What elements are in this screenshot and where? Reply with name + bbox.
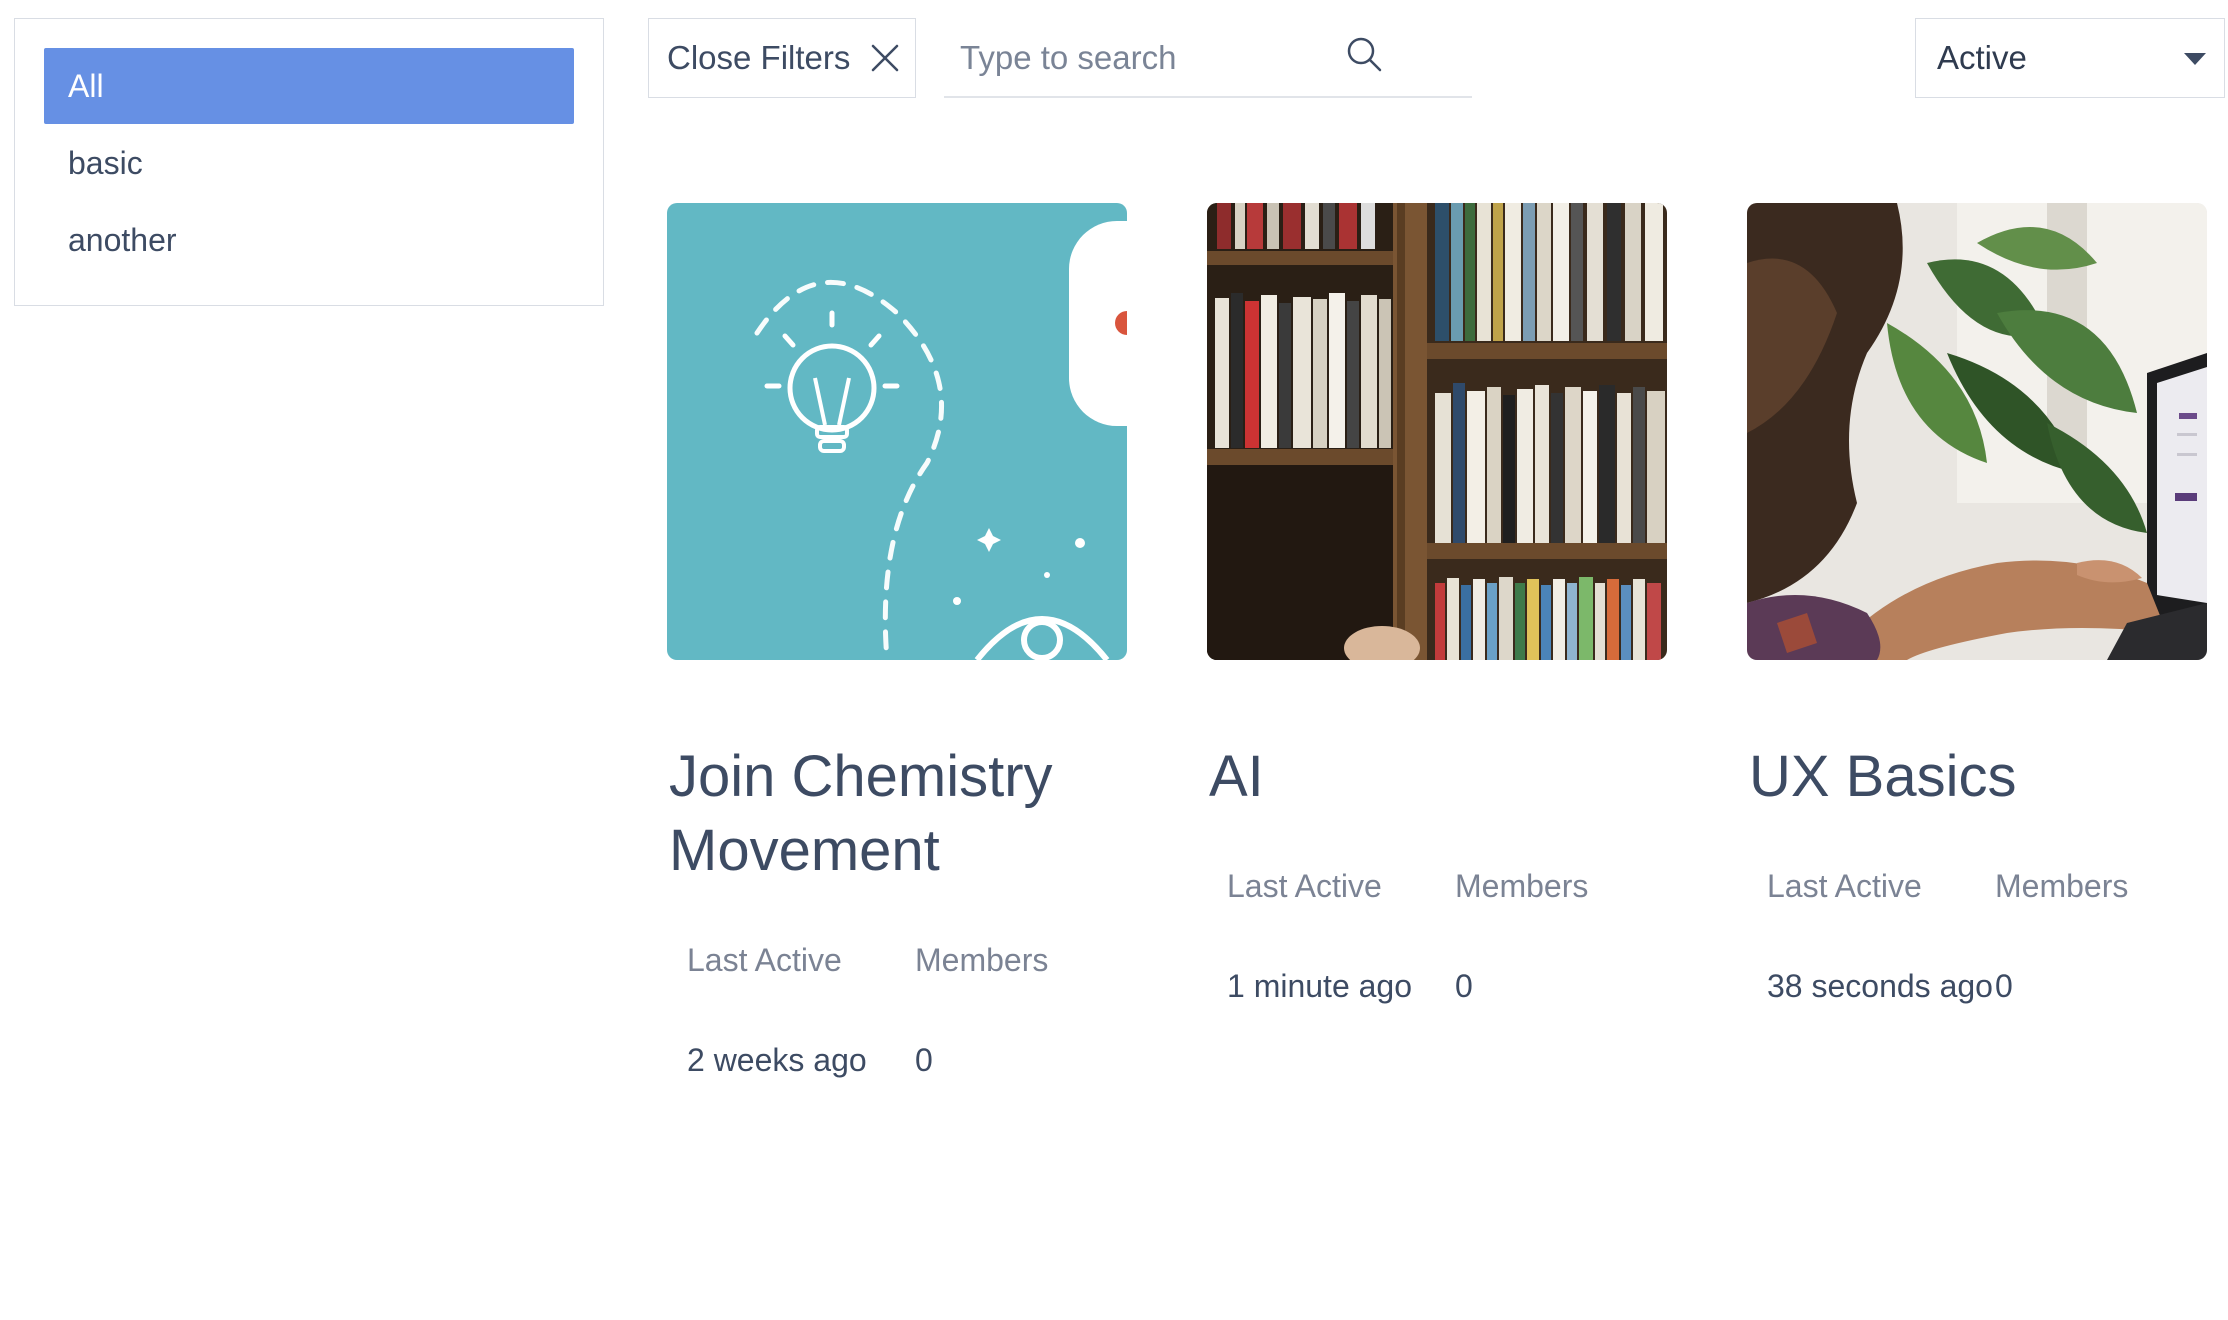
card-title[interactable]: AI <box>1207 740 1667 814</box>
members-label: Members <box>915 942 1049 978</box>
members-label: Members <box>1995 868 2129 904</box>
members-column: Members 0 <box>1455 864 1655 1009</box>
close-filters-button[interactable]: Close Filters <box>648 18 916 98</box>
sidebar-item-label: another <box>68 222 177 258</box>
members-value: 0 <box>1995 968 2013 1004</box>
sidebar-item-all[interactable]: All <box>44 48 574 124</box>
sidebar-item-another[interactable]: another <box>44 202 574 278</box>
card-title[interactable]: UX Basics <box>1747 740 2207 814</box>
close-icon <box>870 43 900 73</box>
search-icon[interactable] <box>1346 36 1384 74</box>
group-card[interactable]: AI Last Active 1 minute ago Members 0 <box>1207 203 1667 1009</box>
card-image-laptop-plant-photo[interactable] <box>1747 203 2207 660</box>
group-card[interactable]: Join Chemistry Movement Last Active 2 we… <box>667 203 1127 1083</box>
close-filters-label: Close Filters <box>667 39 851 76</box>
last-active-column: Last Active 38 seconds ago <box>1767 864 1995 1009</box>
status-select[interactable]: Active <box>1915 18 2225 98</box>
page: All basic another Close Filters Acti <box>0 0 2228 1320</box>
last-active-value: 2 weeks ago <box>687 1042 867 1078</box>
sidebar-item-label: basic <box>68 145 143 181</box>
members-column: Members 0 <box>915 938 1115 1083</box>
members-column: Members 0 <box>1995 864 2195 1009</box>
card-image-lightbulb-illustration[interactable] <box>667 203 1127 660</box>
card-title[interactable]: Join Chemistry Movement <box>667 740 1127 888</box>
status-select-value: Active <box>1937 39 2027 76</box>
sidebar-item-label: All <box>68 68 104 104</box>
members-label: Members <box>1455 868 1589 904</box>
search-input[interactable] <box>958 28 1378 88</box>
last-active-column: Last Active 2 weeks ago <box>687 938 915 1083</box>
group-card[interactable]: UX Basics Last Active 38 seconds ago Mem… <box>1747 203 2207 1009</box>
last-active-label: Last Active <box>687 942 842 978</box>
last-active-label: Last Active <box>1227 868 1382 904</box>
last-active-label: Last Active <box>1767 868 1922 904</box>
card-stats: Last Active 2 weeks ago Members 0 <box>667 938 1127 1083</box>
members-value: 0 <box>915 1042 933 1078</box>
card-stats: Last Active 1 minute ago Members 0 <box>1207 864 1667 1009</box>
sidebar-item-basic[interactable]: basic <box>44 125 574 201</box>
chevron-down-icon <box>2184 53 2206 65</box>
last-active-value: 38 seconds ago <box>1767 968 1993 1004</box>
card-stats: Last Active 38 seconds ago Members 0 <box>1747 864 2207 1009</box>
last-active-column: Last Active 1 minute ago <box>1227 864 1455 1009</box>
last-active-value: 1 minute ago <box>1227 968 1413 1004</box>
category-filter-panel: All basic another <box>14 18 604 306</box>
members-value: 0 <box>1455 968 1473 1004</box>
card-image-bookshelf-photo[interactable] <box>1207 203 1667 660</box>
search-box <box>944 18 1472 98</box>
